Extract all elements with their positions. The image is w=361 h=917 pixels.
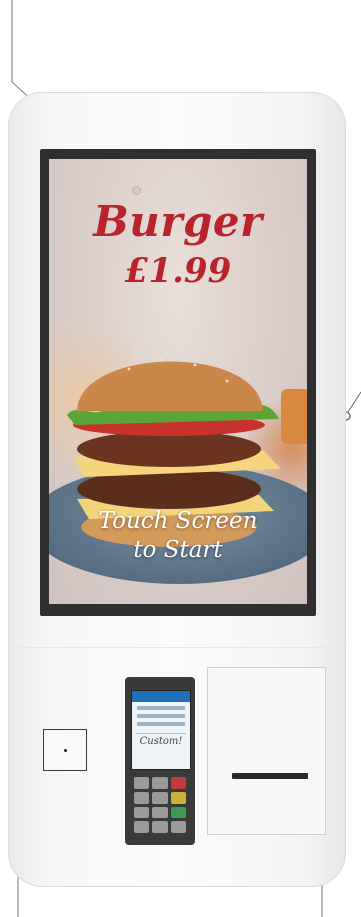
touch-to-start-line1: Touch Screen xyxy=(98,508,258,534)
terminal-signature: Custom! xyxy=(136,733,186,747)
keypad-key[interactable] xyxy=(134,791,150,804)
keypad-clear-key[interactable] xyxy=(170,791,186,804)
promo-title: Burger xyxy=(93,197,263,246)
burger-top-bun xyxy=(77,361,263,411)
fries xyxy=(281,389,307,444)
kiosk-panel-divider xyxy=(8,647,346,648)
touch-to-start-prompt[interactable]: Touch Screen to Start xyxy=(49,507,307,565)
payment-terminal[interactable]: Custom! xyxy=(125,677,195,845)
callout-line-side xyxy=(345,391,361,416)
burger-patty-upper xyxy=(77,431,261,467)
touch-screen[interactable]: Burger £1.99 Touch Screen to Start xyxy=(49,159,307,604)
keypad-key[interactable] xyxy=(134,821,150,833)
keypad-key[interactable] xyxy=(134,777,150,789)
terminal-screen: Custom! xyxy=(131,690,191,770)
sesame-seed xyxy=(159,357,163,361)
keypad-key[interactable] xyxy=(152,777,168,789)
display-bezel: Burger £1.99 Touch Screen to Start xyxy=(40,149,316,616)
terminal-screen-row xyxy=(137,706,185,710)
receipt-printer xyxy=(207,667,326,835)
touch-to-start-line2: to Start xyxy=(133,537,223,563)
terminal-keypad[interactable] xyxy=(134,777,186,833)
keypad-cancel-key[interactable] xyxy=(170,777,186,789)
sesame-seed xyxy=(127,367,131,371)
keypad-key[interactable] xyxy=(152,806,168,819)
terminal-screen-header xyxy=(132,691,190,702)
receipt-slot xyxy=(232,773,308,779)
scanner-sensor xyxy=(63,748,67,752)
sesame-seed xyxy=(193,363,197,367)
keypad-key[interactable] xyxy=(152,791,168,804)
camera-dot-icon xyxy=(132,186,141,195)
kiosk-body: Burger £1.99 Touch Screen to Start Custo… xyxy=(8,92,346,887)
terminal-screen-row xyxy=(137,714,185,718)
keypad-key[interactable] xyxy=(170,821,186,833)
keypad-key[interactable] xyxy=(152,821,168,833)
keypad-key[interactable] xyxy=(134,806,150,819)
sesame-seed xyxy=(225,379,229,383)
promo-price: £1.99 xyxy=(124,251,232,291)
barcode-scanner-icon xyxy=(43,729,87,771)
terminal-screen-row xyxy=(137,722,185,726)
keypad-enter-key[interactable] xyxy=(170,806,186,819)
